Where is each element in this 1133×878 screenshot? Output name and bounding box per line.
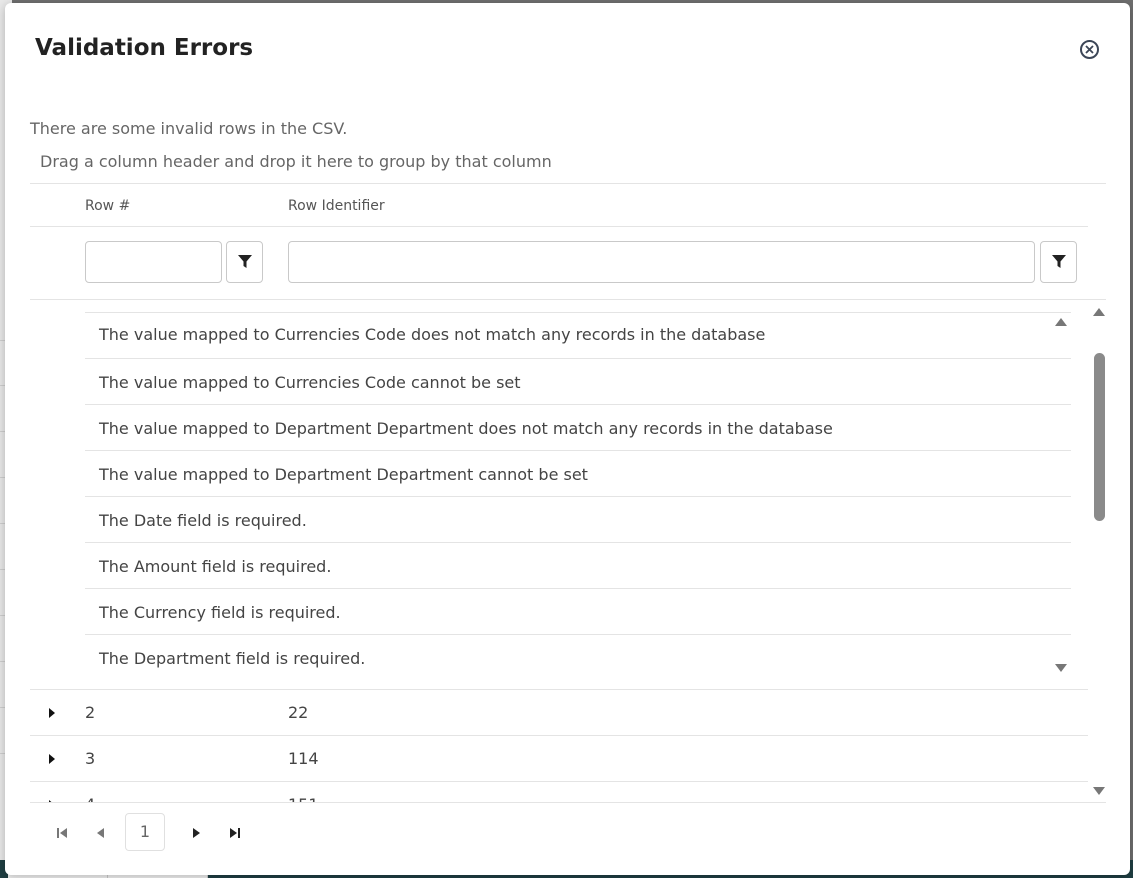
error-item: The value mapped to Department Departmen… xyxy=(85,404,1071,450)
row-identifier-filter-input[interactable] xyxy=(288,241,1035,283)
detail-error-list: The value mapped to Currencies Code does… xyxy=(85,312,1071,689)
next-page-icon[interactable] xyxy=(191,827,203,839)
error-item: The value mapped to Currencies Code cann… xyxy=(85,358,1071,404)
validation-errors-dialog: Validation Errors There are some invalid… xyxy=(5,3,1130,875)
scroll-up-icon[interactable] xyxy=(1093,308,1105,316)
table-row[interactable]: 3 114 xyxy=(30,735,1088,781)
pager: 1 xyxy=(30,802,1106,862)
row-identifier-cell: 151 xyxy=(288,795,319,802)
table-row[interactable]: 4 151 xyxy=(30,781,1088,802)
dialog-message: There are some invalid rows in the CSV. xyxy=(30,119,348,138)
row-identifier-cell: 22 xyxy=(288,703,309,722)
detail-scroll-up-icon[interactable] xyxy=(1055,318,1067,326)
column-header-row-identifier[interactable]: Row Identifier xyxy=(288,198,385,214)
prev-page-icon[interactable] xyxy=(94,827,106,839)
row-number-filter-input[interactable] xyxy=(85,241,222,283)
error-item: The Amount field is required. xyxy=(85,542,1071,588)
filter-icon[interactable] xyxy=(226,241,263,283)
scroll-down-icon[interactable] xyxy=(1093,787,1105,795)
detail-scroll-down-icon[interactable] xyxy=(1055,664,1067,672)
grid-scrollbar[interactable] xyxy=(1090,300,1106,802)
filter-row xyxy=(30,227,1106,300)
row-number-cell: 3 xyxy=(85,749,96,768)
scrollbar-thumb[interactable] xyxy=(1094,353,1105,521)
error-item: The value mapped to Currencies Code does… xyxy=(85,312,1071,358)
expand-arrow-icon[interactable] xyxy=(49,708,55,718)
row-number-cell: 4 xyxy=(85,795,95,802)
column-header-row-number[interactable]: Row # xyxy=(85,198,130,214)
grid-header: Row # Row Identifier xyxy=(30,184,1088,227)
current-page[interactable]: 1 xyxy=(125,813,165,851)
last-page-icon[interactable] xyxy=(229,827,241,839)
row-identifier-cell: 114 xyxy=(288,749,319,768)
expand-arrow-icon[interactable] xyxy=(49,754,55,764)
error-item: The Date field is required. xyxy=(85,496,1071,542)
table-row[interactable]: 2 22 xyxy=(30,689,1088,735)
first-page-icon[interactable] xyxy=(56,827,68,839)
close-icon[interactable] xyxy=(1080,40,1099,59)
error-item: The Currency field is required. xyxy=(85,588,1071,634)
group-panel[interactable]: Drag a column header and drop it here to… xyxy=(30,143,1106,184)
error-item: The Department field is required. xyxy=(85,634,1071,680)
error-item: The value mapped to Department Departmen… xyxy=(85,450,1071,496)
group-panel-hint: Drag a column header and drop it here to… xyxy=(40,152,552,171)
grid-body: The value mapped to Currencies Code does… xyxy=(30,300,1106,802)
dialog-title: Validation Errors xyxy=(35,35,254,61)
errors-grid: Drag a column header and drop it here to… xyxy=(30,143,1106,863)
row-number-cell: 2 xyxy=(85,703,96,722)
filter-icon[interactable] xyxy=(1040,241,1077,283)
